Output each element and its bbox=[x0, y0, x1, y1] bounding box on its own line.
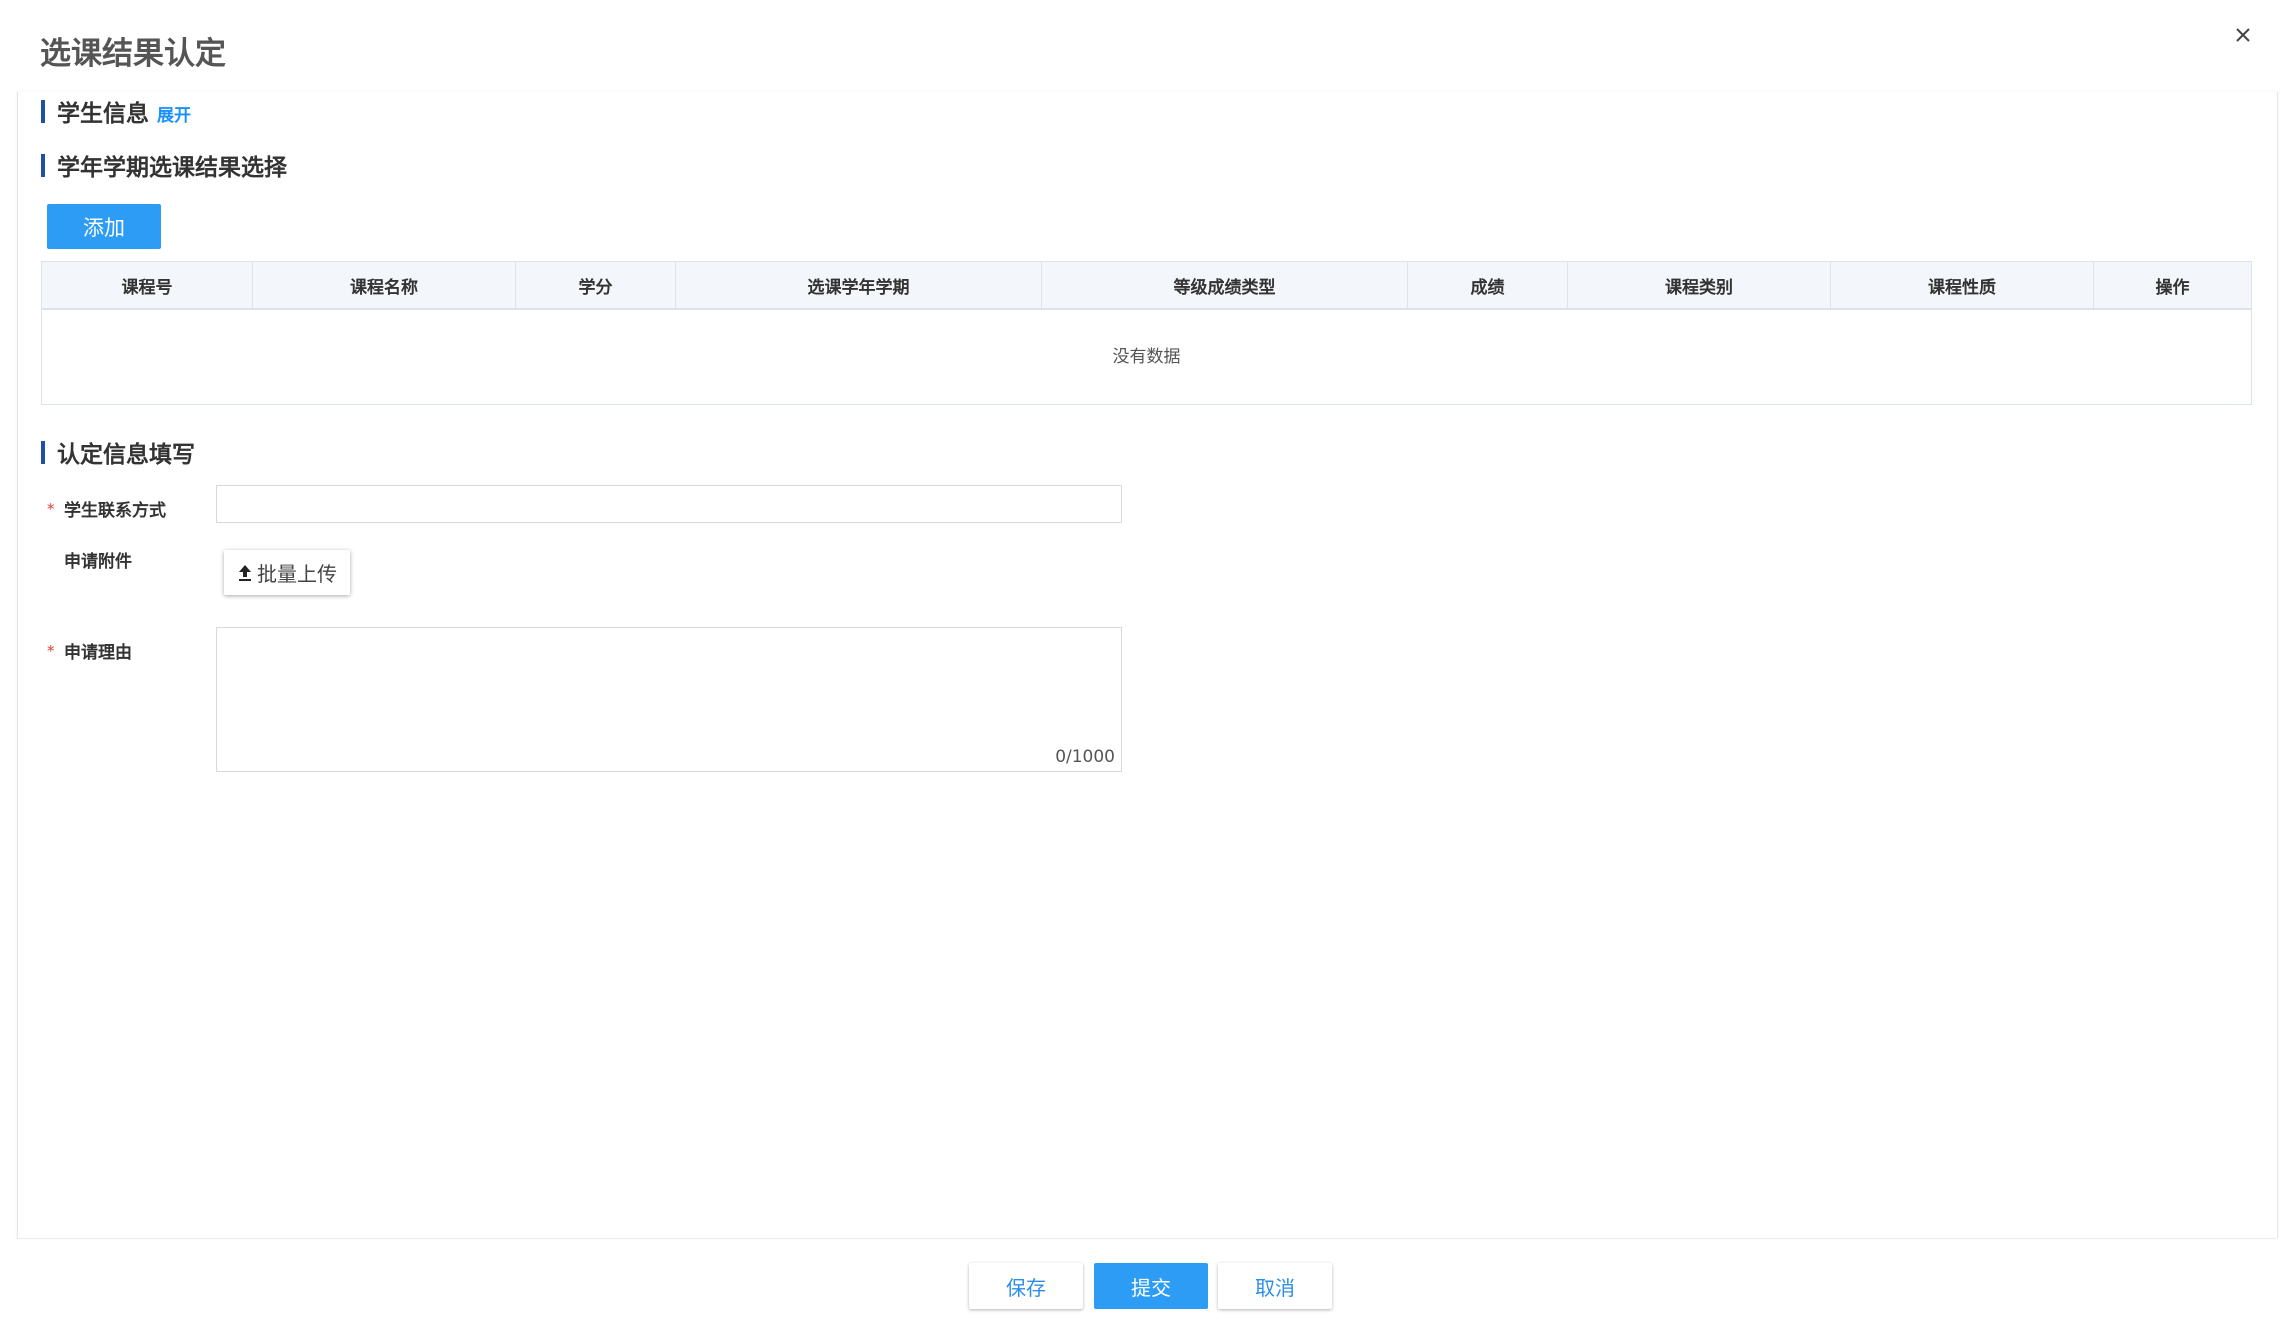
add-button[interactable]: 添加 bbox=[47, 204, 161, 249]
column-header[interactable]: 成绩 bbox=[1408, 262, 1568, 308]
column-header[interactable]: 课程类别 bbox=[1568, 262, 1831, 308]
close-icon bbox=[2236, 28, 2250, 42]
column-header[interactable]: 操作 bbox=[2094, 262, 2251, 308]
reason-label: 申请理由 bbox=[64, 643, 132, 663]
column-header[interactable]: 课程名称 bbox=[253, 262, 516, 308]
char-counter: 0/1000 bbox=[1055, 747, 1115, 767]
section-title: 学生信息 bbox=[57, 101, 149, 127]
required-marker: * bbox=[47, 642, 55, 660]
course-table: 课程号 课程名称 学分 选课学年学期 等级成绩类型 成绩 课程类别 课程性质 操… bbox=[41, 261, 2252, 405]
section-course-selection: 学年学期选课结果选择 bbox=[41, 148, 287, 182]
contact-input[interactable] bbox=[216, 485, 1122, 523]
section-marker bbox=[41, 440, 45, 464]
column-header[interactable]: 课程号 bbox=[42, 262, 253, 308]
reason-textarea[interactable]: 0/1000 bbox=[216, 627, 1122, 772]
close-button[interactable] bbox=[2226, 18, 2260, 52]
save-button[interactable]: 保存 bbox=[969, 1263, 1083, 1309]
attachment-label: 申请附件 bbox=[64, 552, 132, 572]
modal-title: 选课结果认定 bbox=[40, 36, 226, 72]
section-title: 学年学期选课结果选择 bbox=[57, 155, 287, 181]
upload-label: 批量上传 bbox=[257, 562, 337, 586]
contact-label: 学生联系方式 bbox=[64, 501, 166, 521]
batch-upload-button[interactable]: 批量上传 bbox=[224, 550, 350, 595]
section-marker bbox=[41, 99, 45, 123]
column-header[interactable]: 课程性质 bbox=[1831, 262, 2094, 308]
section-student-info: 学生信息 展开 bbox=[41, 94, 191, 128]
footer-divider bbox=[17, 1238, 2276, 1239]
submit-button[interactable]: 提交 bbox=[1094, 1263, 1208, 1309]
column-header[interactable]: 选课学年学期 bbox=[676, 262, 1042, 308]
cancel-button[interactable]: 取消 bbox=[1218, 1263, 1332, 1309]
expand-link[interactable]: 展开 bbox=[157, 101, 191, 126]
empty-message: 没有数据 bbox=[1112, 347, 1181, 367]
section-title: 认定信息填写 bbox=[57, 442, 195, 468]
table-header: 课程号 课程名称 学分 选课学年学期 等级成绩类型 成绩 课程类别 课程性质 操… bbox=[42, 262, 2251, 310]
section-marker bbox=[41, 153, 45, 177]
column-header[interactable]: 等级成绩类型 bbox=[1042, 262, 1408, 308]
column-header[interactable]: 学分 bbox=[516, 262, 676, 308]
upload-icon bbox=[239, 564, 251, 581]
section-certification: 认定信息填写 bbox=[41, 435, 195, 469]
required-marker: * bbox=[47, 500, 55, 518]
